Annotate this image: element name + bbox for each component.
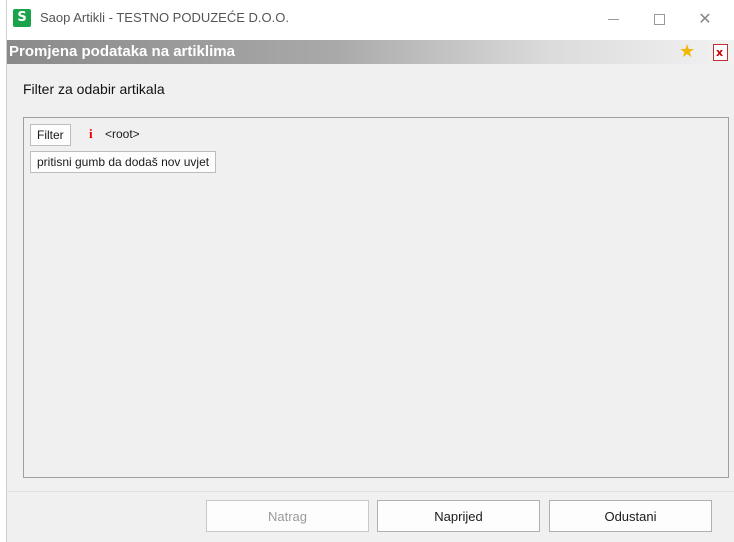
filter-panel: Filter i <root> pritisni gumb da dodaš n… — [23, 117, 729, 478]
minimize-icon — [607, 19, 619, 20]
maximize-icon — [653, 14, 665, 25]
close-window-button[interactable]: ✕ — [682, 0, 728, 40]
section-label: Filter za odabir artikala — [23, 81, 165, 97]
info-icon[interactable]: i — [89, 127, 93, 141]
cancel-button[interactable]: Odustani — [549, 500, 712, 532]
close-document-icon[interactable]: x — [713, 44, 728, 61]
add-condition-button[interactable]: pritisni gumb da dodaš nov uvjet — [30, 151, 217, 173]
maximize-button[interactable] — [636, 0, 682, 40]
star-icon[interactable]: ★ — [679, 43, 695, 61]
next-button[interactable]: Naprijed — [377, 500, 540, 532]
back-button: Natrag — [206, 500, 369, 532]
close-icon: ✕ — [698, 9, 712, 28]
filter-button[interactable]: Filter — [30, 124, 71, 146]
footer-divider — [7, 491, 734, 492]
form-header: Promjena podataka na artiklima ★ x — [7, 40, 734, 64]
minimize-button[interactable] — [590, 0, 636, 40]
window-title: Saop Artikli - TESTNO PODUZEĆE D.O.O. — [40, 10, 289, 25]
app-window: S Saop Artikli - TESTNO PODUZEĆE D.O.O. … — [6, 0, 734, 542]
title-bar[interactable]: S Saop Artikli - TESTNO PODUZEĆE D.O.O. … — [7, 0, 734, 40]
close-document-glyph: x — [716, 46, 724, 59]
app-logo-icon: S — [13, 9, 31, 27]
root-label: <root> — [105, 127, 140, 141]
form-title: Promjena podataka na artiklima — [9, 43, 235, 60]
